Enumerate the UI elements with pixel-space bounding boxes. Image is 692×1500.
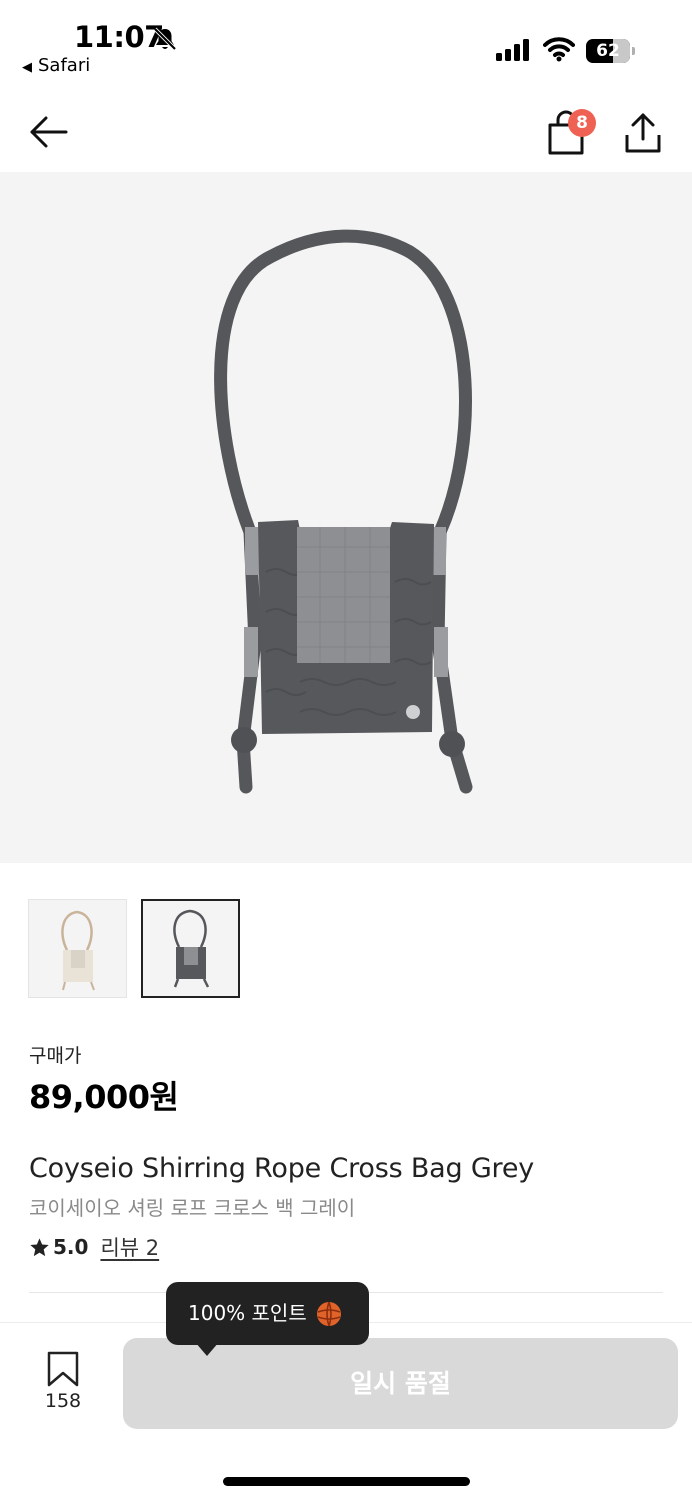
points-tooltip: 100% 포인트 bbox=[166, 1282, 369, 1356]
battery-icon: 62 bbox=[586, 39, 636, 63]
bookmark-icon bbox=[47, 1351, 79, 1387]
thumbnail-ivory[interactable] bbox=[28, 899, 127, 998]
rating-value: 5.0 bbox=[53, 1235, 89, 1259]
tooltip-arrow bbox=[195, 1342, 219, 1356]
thumbnail-grey[interactable] bbox=[141, 899, 240, 998]
battery-nub bbox=[632, 47, 635, 55]
product-image[interactable] bbox=[0, 172, 692, 863]
price-value: 89,000원 bbox=[29, 1078, 179, 1116]
status-time: 11:07 bbox=[74, 20, 164, 54]
cart-count-badge: 8 bbox=[568, 109, 596, 137]
thumbnail-grey-image bbox=[173, 909, 210, 988]
tooltip-text: 100% 포인트 bbox=[188, 1301, 307, 1325]
share-icon[interactable] bbox=[622, 111, 664, 155]
arrow-left-icon[interactable] bbox=[26, 111, 72, 153]
home-indicator[interactable] bbox=[223, 1477, 470, 1486]
signal-icon bbox=[496, 39, 529, 61]
star-icon bbox=[30, 1237, 49, 1256]
battery-body: 62 bbox=[586, 39, 630, 63]
rating-row: 5.0 리뷰 2 bbox=[29, 1234, 159, 1260]
wifi-icon bbox=[543, 37, 575, 62]
price-label: 구매가 bbox=[29, 1045, 82, 1067]
product-name-ko: 코이세이오 셔링 로프 크로스 백 그레이 bbox=[29, 1196, 356, 1220]
bookmark-count: 158 bbox=[44, 1390, 82, 1412]
back-app-label: Safari bbox=[38, 55, 91, 76]
bookmark-button[interactable]: 158 bbox=[32, 1350, 94, 1420]
battery-percent: 62 bbox=[596, 41, 620, 61]
bag-illustration bbox=[214, 229, 473, 794]
product-name-en: Coyseio Shirring Rope Cross Bag Grey bbox=[29, 1153, 535, 1184]
coin-ball-icon bbox=[317, 1301, 341, 1327]
back-to-safari[interactable]: ◀ Safari bbox=[22, 55, 90, 76]
bell-slash-icon bbox=[153, 27, 177, 51]
thumbnail-ivory-image bbox=[61, 910, 95, 991]
status-bar: 11:07 ◀ Safari 62 bbox=[0, 0, 692, 90]
review-link[interactable]: 리뷰 2 bbox=[100, 1232, 159, 1262]
back-triangle-icon: ◀ bbox=[22, 60, 32, 75]
